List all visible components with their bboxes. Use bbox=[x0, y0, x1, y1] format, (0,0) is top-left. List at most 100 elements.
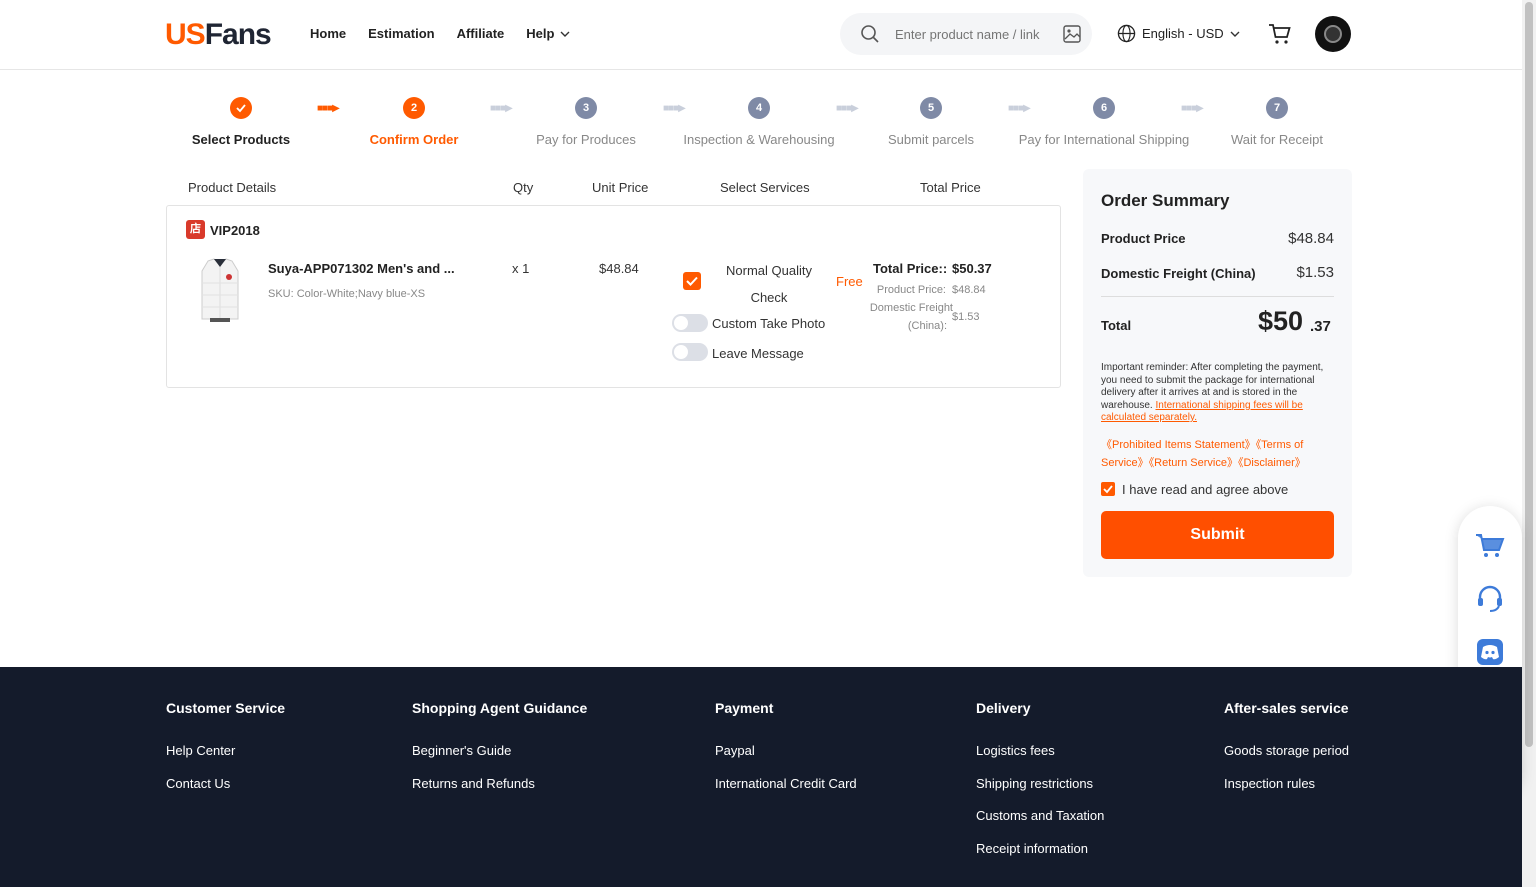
step-dot: 2 bbox=[403, 97, 425, 119]
step-wait-for-receipt: 7 Wait for Receipt bbox=[1177, 97, 1377, 147]
product-unit-price: $48.84 bbox=[599, 261, 639, 276]
step-label: Pay for Produces bbox=[536, 132, 636, 147]
nav-estimation[interactable]: Estimation bbox=[368, 26, 434, 41]
footer-link-inspection-rules[interactable]: Inspection rules bbox=[1224, 776, 1349, 809]
discord-icon[interactable] bbox=[1475, 637, 1505, 667]
step-confirm-order: 2 Confirm Order bbox=[314, 97, 514, 147]
check-icon bbox=[1103, 485, 1113, 494]
footer-heading: Payment bbox=[715, 700, 774, 716]
search-icon[interactable] bbox=[860, 24, 880, 44]
nav-help[interactable]: Help bbox=[526, 26, 570, 41]
col-qty: Qty bbox=[513, 180, 534, 195]
product-sku: SKU: Color-White;Navy blue-XS bbox=[268, 288, 426, 300]
footer-link-beginners-guide[interactable]: Beginner's Guide bbox=[412, 743, 587, 776]
footer-payment: Payment Paypal International Credit Card bbox=[715, 700, 857, 808]
policy-links: 《Prohibited Items Statement》《Terms of Se… bbox=[1101, 436, 1333, 472]
footer-customer-service: Customer Service Help Center Contact Us bbox=[166, 700, 285, 808]
step-label: Wait for Receipt bbox=[1231, 132, 1323, 147]
custom-take-photo-toggle[interactable] bbox=[672, 314, 708, 332]
chevron-down-icon bbox=[560, 31, 570, 37]
domestic-freight-value: $1.53 bbox=[952, 311, 980, 323]
header: USFans Home Estimation Affiliate Help En… bbox=[0, 0, 1522, 70]
order-summary-title: Order Summary bbox=[1101, 191, 1230, 210]
normal-quality-check-label: Normal Quality Check bbox=[726, 263, 812, 305]
leave-message-toggle[interactable] bbox=[672, 343, 708, 361]
check-icon bbox=[236, 104, 246, 113]
footer-link-shipping-restrictions[interactable]: Shipping restrictions bbox=[976, 776, 1104, 809]
search-input[interactable] bbox=[895, 23, 1045, 45]
footer-after-sales: After-sales service Goods storage period… bbox=[1224, 700, 1349, 808]
footer-link-contact-us[interactable]: Contact Us bbox=[166, 776, 285, 809]
col-select-services: Select Services bbox=[720, 180, 810, 195]
product-thumbnail[interactable] bbox=[192, 255, 248, 325]
customer-service-icon[interactable] bbox=[1475, 583, 1505, 613]
step-label: Pay for International Shipping bbox=[1018, 132, 1190, 147]
step-select-products: Select Products bbox=[141, 97, 341, 147]
chevron-down-icon bbox=[1230, 31, 1240, 37]
agree-checkbox[interactable] bbox=[1101, 482, 1115, 496]
language-label: English - USD bbox=[1142, 26, 1224, 41]
nav-home[interactable]: Home bbox=[310, 26, 346, 41]
summary-product-price-label: Product Price bbox=[1101, 231, 1186, 246]
footer-heading: Delivery bbox=[976, 700, 1031, 716]
step-dot: 4 bbox=[748, 97, 770, 119]
summary-total-dec: .37 bbox=[1310, 318, 1331, 335]
image-search-icon[interactable] bbox=[1062, 24, 1082, 44]
summary-total-label: Total bbox=[1101, 318, 1132, 333]
domestic-freight-label: Domestic Freight bbox=[869, 302, 953, 314]
summary-freight-value: $1.53 bbox=[1296, 264, 1334, 281]
prohibited-items-link[interactable]: 《Prohibited Items Statement》 bbox=[1101, 439, 1256, 451]
avatar[interactable] bbox=[1315, 16, 1351, 52]
summary-total-int: $50 bbox=[1258, 306, 1304, 336]
footer-heading: Customer Service bbox=[166, 700, 286, 716]
service-price-free: Free bbox=[836, 274, 863, 289]
logo[interactable]: USFans bbox=[165, 18, 272, 51]
logo-us: US bbox=[165, 18, 206, 51]
globe-icon bbox=[1117, 24, 1136, 43]
language-selector[interactable]: English - USD bbox=[1117, 24, 1240, 43]
submit-button[interactable]: Submit bbox=[1101, 511, 1334, 559]
step-pay-for-produces: 3 Pay for Produces bbox=[486, 97, 686, 147]
agree-label: I have read and agree above bbox=[1122, 482, 1289, 497]
nav-affiliate[interactable]: Affiliate bbox=[457, 26, 505, 41]
product-qty: x 1 bbox=[512, 261, 530, 276]
col-unit-price: Unit Price bbox=[592, 180, 649, 195]
product-price-value: $48.84 bbox=[952, 284, 986, 296]
footer-link-goods-storage[interactable]: Goods storage period bbox=[1224, 743, 1349, 776]
total-price-label: Total Price:: bbox=[873, 261, 948, 276]
footer-link-help-center[interactable]: Help Center bbox=[166, 743, 285, 776]
step-dot: 3 bbox=[575, 97, 597, 119]
cart-icon[interactable] bbox=[1268, 22, 1292, 46]
footer-link-paypal[interactable]: Paypal bbox=[715, 743, 857, 776]
normal-quality-check-checkbox[interactable] bbox=[683, 272, 701, 290]
footer-link-logistics-fees[interactable]: Logistics fees bbox=[976, 743, 1104, 776]
leave-message-label: Leave Message bbox=[712, 346, 804, 361]
summary-freight-label: Domestic Freight (China) bbox=[1101, 266, 1256, 281]
return-service-link[interactable]: 《Return Service》 bbox=[1149, 457, 1238, 469]
product-price-label: Product Price: bbox=[876, 284, 946, 296]
page: USFans Home Estimation Affiliate Help En… bbox=[0, 0, 1536, 887]
footer-link-receipt-information[interactable]: Receipt information bbox=[976, 841, 1104, 874]
summary-divider bbox=[1101, 296, 1334, 297]
step-dot: 7 bbox=[1266, 97, 1288, 119]
step-dot bbox=[230, 97, 252, 119]
total-price-value: $50.37 bbox=[952, 261, 992, 276]
disclaimer-link[interactable]: 《Disclaimer》 bbox=[1238, 457, 1306, 469]
footer-heading: Shopping Agent Guidance bbox=[412, 700, 588, 716]
step-label: Submit parcels bbox=[888, 132, 974, 147]
step-label: Select Products bbox=[191, 132, 291, 147]
footer-link-returns-refunds[interactable]: Returns and Refunds bbox=[412, 776, 587, 809]
cart-icon[interactable] bbox=[1475, 530, 1505, 560]
scrollbar-thumb[interactable] bbox=[1525, 2, 1533, 747]
step-label: Confirm Order bbox=[369, 132, 459, 147]
footer-delivery: Delivery Logistics fees Shipping restric… bbox=[976, 700, 1104, 873]
footer-link-credit-card[interactable]: International Credit Card bbox=[715, 776, 857, 809]
footer-link-customs-taxation[interactable]: Customs and Taxation bbox=[976, 808, 1104, 841]
logo-fans: Fans bbox=[204, 18, 272, 51]
product-name[interactable]: Suya-APP071302 Men's and ... bbox=[268, 261, 455, 276]
step-inspection-warehousing: 4 Inspection & Warehousing bbox=[659, 97, 859, 147]
col-product-details: Product Details bbox=[188, 180, 277, 195]
col-total-price: Total Price bbox=[920, 180, 981, 195]
store-name[interactable]: VIP2018 bbox=[210, 223, 260, 238]
custom-take-photo-label: Custom Take Photo bbox=[712, 316, 826, 331]
